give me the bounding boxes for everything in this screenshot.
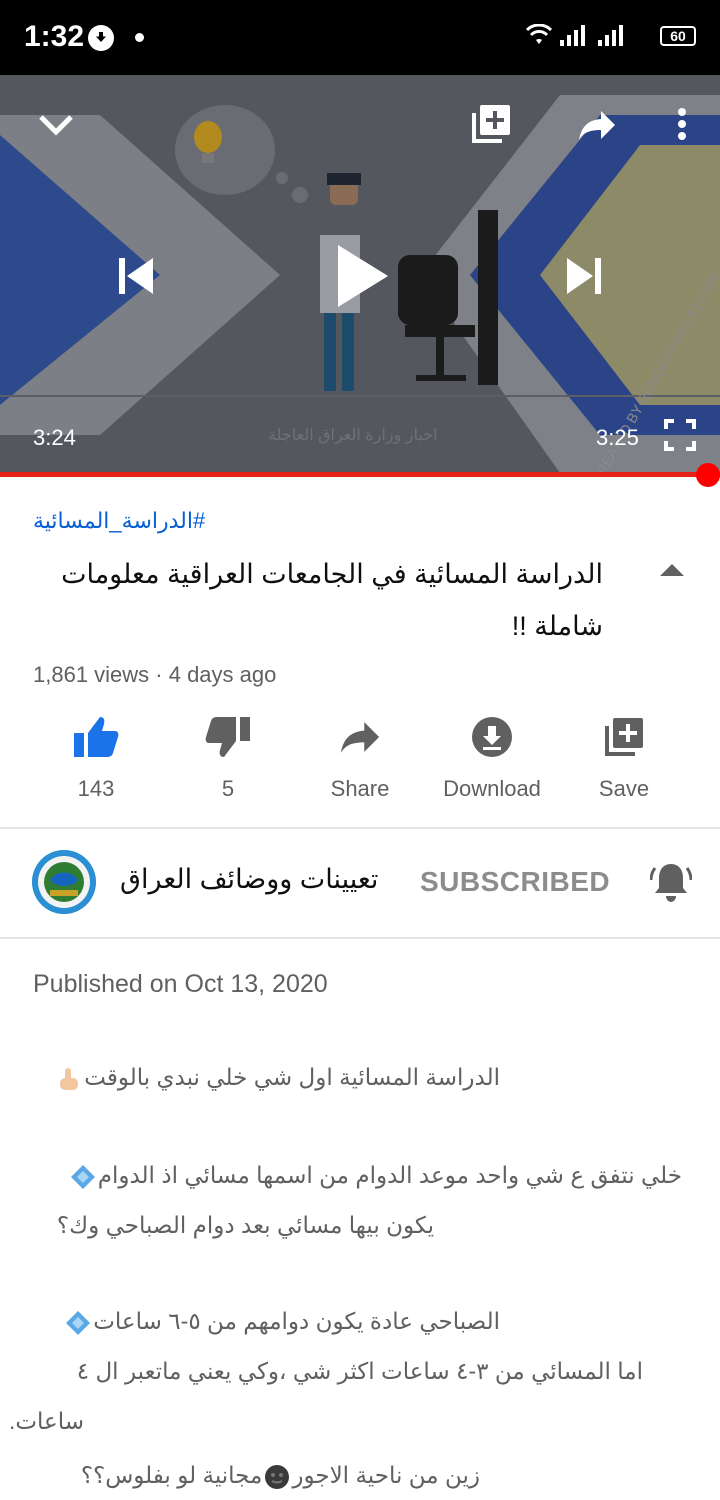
notification-bell-button[interactable] xyxy=(649,860,693,904)
progress-scrubber[interactable] xyxy=(696,463,720,487)
description-text: ساعات. xyxy=(8,1408,84,1434)
thumbs-down-icon xyxy=(205,717,250,757)
divider xyxy=(0,827,720,829)
description-text: خلي نتفق ع شي واحد موعد الدوام من اسمها … xyxy=(97,1162,682,1188)
description-line-7: زين من ناحية الاجور مجانية لو بفلوس؟؟ xyxy=(81,1462,480,1490)
notification-dot-icon xyxy=(135,33,144,42)
share-button[interactable]: Share xyxy=(294,712,426,812)
share-label: Share xyxy=(330,776,390,801)
share-icon xyxy=(340,722,380,753)
previous-button[interactable] xyxy=(110,251,160,301)
like-button[interactable]: 143 xyxy=(30,712,162,812)
channel-avatar[interactable] xyxy=(32,850,96,914)
description-line-4: الصباحي عادة يكون دوامهم من ٥-٦ ساعات xyxy=(63,1308,500,1336)
battery-icon: 60 xyxy=(660,26,696,46)
bell-ring-icon xyxy=(649,864,693,902)
description-line-3: يكون بيها مسائي بعد دوام الصباحي وك؟ xyxy=(57,1212,434,1239)
collapse-details-button[interactable] xyxy=(658,562,686,582)
skip-previous-icon xyxy=(119,258,153,294)
save-label: Save xyxy=(598,776,650,801)
signal-icon-2 xyxy=(598,25,623,46)
status-bar: 1:32 60 xyxy=(0,0,720,75)
fullscreen-button[interactable] xyxy=(660,415,700,455)
minimize-button[interactable] xyxy=(33,105,79,145)
description-line-5: اما المسائي من ٣-٤ ساعات اكثر شي ،وكي يع… xyxy=(77,1358,643,1385)
subscribe-button[interactable]: SUBSCRIBED xyxy=(420,866,610,898)
share-button-player[interactable] xyxy=(572,103,622,147)
channel-name[interactable]: تعيينات ووضائف العراق xyxy=(120,864,378,895)
progress-bar[interactable] xyxy=(0,472,720,477)
play-icon xyxy=(338,245,388,307)
description-text: الصباحي عادة يكون دوامهم من ٥-٦ ساعات xyxy=(93,1308,500,1334)
diamond-icon xyxy=(70,1164,95,1189)
like-count: 143 xyxy=(77,776,115,801)
description-line-2: خلي نتفق ع شي واحد موعد الدوام من اسمها … xyxy=(68,1162,682,1190)
published-date: Published on Oct 13, 2020 xyxy=(33,970,328,998)
play-button[interactable] xyxy=(326,235,398,317)
playlist-add-icon xyxy=(605,718,643,756)
video-player[interactable]: اخبار وزارة العراق العاجلة CREATED BY RE… xyxy=(0,75,720,473)
video-title[interactable]: الدراسة المسائية في الجامعات العراقية مع… xyxy=(33,548,603,652)
description-text: اما المسائي من ٣-٤ ساعات اكثر شي ،وكي يع… xyxy=(76,1358,643,1384)
chevron-down-icon xyxy=(39,115,73,136)
skip-next-icon xyxy=(567,258,601,294)
diamond-icon xyxy=(66,1310,91,1335)
duration: 3:25 xyxy=(596,425,639,450)
share-icon xyxy=(579,111,615,140)
fullscreen-icon xyxy=(664,419,696,451)
download-label: Download xyxy=(443,776,541,801)
description-text: زين من ناحية الاجور xyxy=(292,1462,480,1488)
divider xyxy=(0,937,720,939)
playlist-add-icon xyxy=(472,105,510,143)
action-bar: 143 5 Share Download Save xyxy=(30,712,690,812)
wifi-icon xyxy=(526,24,552,44)
dislike-button[interactable]: 5 xyxy=(162,712,294,812)
status-icons: 60 xyxy=(526,22,696,52)
dislike-count: 5 xyxy=(221,776,235,801)
video-meta: 1,861 views · 4 days ago xyxy=(33,662,277,687)
more-vert-icon xyxy=(678,108,686,140)
signal-icon-1 xyxy=(560,25,585,46)
face-emoji-icon xyxy=(265,1464,290,1489)
video-title-line-2: شاملة !! xyxy=(511,611,603,641)
save-button[interactable]: Save xyxy=(558,712,690,812)
more-options-button[interactable] xyxy=(664,101,700,147)
chevron-up-icon xyxy=(660,564,684,576)
add-to-playlist-button[interactable] xyxy=(466,101,516,147)
download-button[interactable]: Download xyxy=(426,712,558,812)
video-title-line-1: الدراسة المسائية في الجامعات العراقية مع… xyxy=(61,559,603,589)
description-text: يكون بيها مسائي بعد دوام الصباحي وك؟ xyxy=(56,1212,434,1238)
description-line-6: ساعات. xyxy=(9,1408,84,1435)
download-notification-icon xyxy=(88,25,114,51)
next-button[interactable] xyxy=(560,251,610,301)
current-time: 3:24 xyxy=(33,425,76,450)
hashtag-link[interactable]: #الدراسة_المسائية xyxy=(33,508,205,534)
description-text: مجانية لو بفلوس؟؟ xyxy=(80,1462,263,1488)
download-icon xyxy=(472,717,512,757)
pointing-down-hand-icon xyxy=(60,1067,79,1090)
thumbs-up-icon xyxy=(74,717,119,757)
description-text: الدراسة المسائية اول شي خلي نبدي بالوقت xyxy=(84,1064,500,1090)
channel-logo-icon xyxy=(32,850,96,914)
video-overlay-text: اخبار وزارة العراق العاجلة xyxy=(268,427,438,444)
status-time: 1:32 xyxy=(24,20,85,53)
description-line-1: الدراسة المسائية اول شي خلي نبدي بالوقت xyxy=(54,1064,500,1092)
